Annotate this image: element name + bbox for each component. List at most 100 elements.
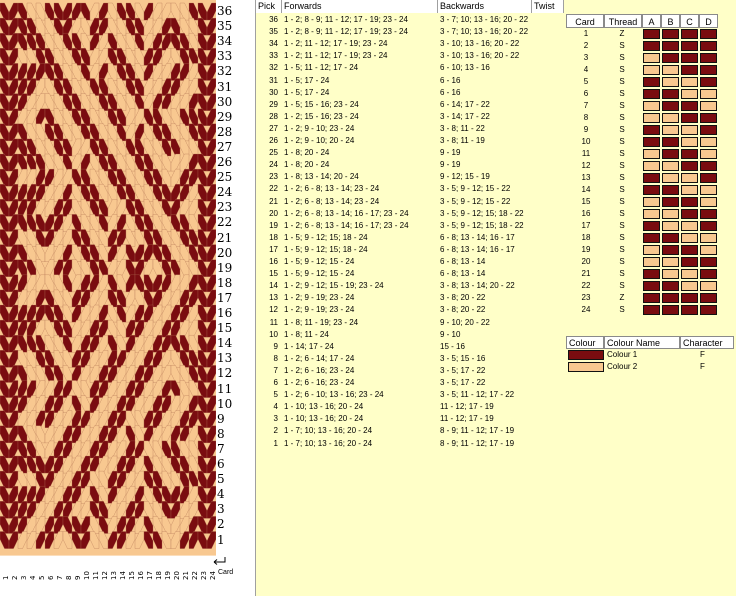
column-header-pick[interactable]: Pick	[256, 0, 282, 13]
hole-d-cell[interactable]	[700, 209, 717, 219]
hole-c-cell[interactable]	[681, 149, 698, 159]
hole-c-cell[interactable]	[681, 185, 698, 195]
card-row[interactable]: 20 S	[564, 256, 736, 268]
hole-b-cell[interactable]	[662, 125, 679, 135]
hole-b-cell[interactable]	[662, 233, 679, 243]
pick-row[interactable]: 22 1 - 2; 6 - 8; 13 - 14; 23 - 24 3 - 5; 9…	[256, 183, 564, 195]
card-row[interactable]: 1Z	[564, 28, 736, 40]
hole-a-cell[interactable]	[643, 161, 660, 171]
hole-c-cell[interactable]	[681, 305, 698, 315]
thread-direction[interactable]: S	[610, 268, 634, 280]
pick-row[interactable]: 19 1 - 2; 6 - 8; 13 - 14; 16 - 17; 23 - 2…	[256, 220, 564, 232]
hole-b-cell[interactable]	[662, 173, 679, 183]
hole-a-cell[interactable]	[643, 53, 660, 63]
hole-d-cell[interactable]	[700, 185, 717, 195]
hole-d-cell[interactable]	[700, 53, 717, 63]
pick-row[interactable]: 31 1 - 5; 17 - 24 6 - 16	[256, 75, 564, 87]
pick-row[interactable]: 3 1 - 10; 13 - 16; 20 - 24 11 - 12; 17 - 1…	[256, 413, 564, 425]
hole-a-cell[interactable]	[643, 269, 660, 279]
column-header-hole-a[interactable]: A	[642, 14, 661, 28]
hole-c-cell[interactable]	[681, 197, 698, 207]
hole-c-cell[interactable]	[681, 257, 698, 267]
pick-row[interactable]: 26 1 - 2; 9 - 10; 20 - 24 3 - 8; 11 - 19	[256, 135, 564, 147]
thread-direction[interactable]: S	[610, 184, 634, 196]
hole-b-cell[interactable]	[662, 77, 679, 87]
colour-row[interactable]: Colour 2 F	[564, 361, 736, 373]
hole-d-cell[interactable]	[700, 137, 717, 147]
hole-d-cell[interactable]	[700, 305, 717, 315]
pick-row[interactable]: 13 1 - 2; 9 - 19; 23 - 24 3 - 8; 20 - 22	[256, 292, 564, 304]
column-header-card[interactable]: Card	[566, 14, 604, 28]
pick-row[interactable]: 36 1 - 2; 8 - 9; 11 - 12; 17 - 19; 23 - 2…	[256, 14, 564, 26]
pick-row[interactable]: 5 1 - 2; 6 - 10; 13 - 16; 23 - 24 3 - 5; 1…	[256, 389, 564, 401]
thread-direction[interactable]: S	[610, 244, 634, 256]
card-row[interactable]: 14 S	[564, 184, 736, 196]
hole-b-cell[interactable]	[662, 257, 679, 267]
thread-direction[interactable]: Z	[610, 28, 634, 40]
hole-c-cell[interactable]	[681, 209, 698, 219]
thread-direction[interactable]: Z	[610, 292, 634, 304]
pick-row[interactable]: 21 1 - 2; 6 - 8; 13 - 14; 23 - 24 3 - 5; 9…	[256, 196, 564, 208]
card-row[interactable]: 23 Z	[564, 292, 736, 304]
hole-d-cell[interactable]	[700, 257, 717, 267]
column-header-forwards[interactable]: Forwards	[282, 0, 438, 13]
hole-c-cell[interactable]	[681, 89, 698, 99]
thread-direction[interactable]: S	[610, 208, 634, 220]
hole-c-cell[interactable]	[681, 125, 698, 135]
hole-d-cell[interactable]	[700, 293, 717, 303]
hole-d-cell[interactable]	[700, 77, 717, 87]
thread-direction[interactable]: S	[610, 88, 634, 100]
column-header-hole-d[interactable]: D	[699, 14, 718, 28]
hole-b-cell[interactable]	[662, 209, 679, 219]
column-header-character[interactable]: Character	[680, 336, 734, 349]
hole-a-cell[interactable]	[643, 305, 660, 315]
card-row[interactable]: 17 S	[564, 220, 736, 232]
thread-direction[interactable]: S	[610, 136, 634, 148]
hole-c-cell[interactable]	[681, 53, 698, 63]
card-row[interactable]: 9S	[564, 124, 736, 136]
hole-d-cell[interactable]	[700, 233, 717, 243]
hole-b-cell[interactable]	[662, 161, 679, 171]
hole-b-cell[interactable]	[662, 269, 679, 279]
thread-direction[interactable]: S	[610, 148, 634, 160]
colour-row[interactable]: Colour 1 F	[564, 349, 736, 361]
hole-a-cell[interactable]	[643, 137, 660, 147]
pick-row[interactable]: 29 1 - 5; 15 - 16; 23 - 24 6 - 14; 17 - 22	[256, 99, 564, 111]
thread-direction[interactable]: S	[610, 40, 634, 52]
column-header-thread[interactable]: Thread	[604, 14, 642, 28]
thread-direction[interactable]: S	[610, 100, 634, 112]
hole-b-cell[interactable]	[662, 281, 679, 291]
card-row[interactable]: 22 S	[564, 280, 736, 292]
card-row[interactable]: 16 S	[564, 208, 736, 220]
hole-a-cell[interactable]	[643, 257, 660, 267]
hole-c-cell[interactable]	[681, 173, 698, 183]
pick-row[interactable]: 4 1 - 10; 13 - 16; 20 - 24 11 - 12; 17 - 1…	[256, 401, 564, 413]
hole-d-cell[interactable]	[700, 197, 717, 207]
hole-b-cell[interactable]	[662, 65, 679, 75]
thread-direction[interactable]: S	[610, 220, 634, 232]
card-row[interactable]: 6S	[564, 88, 736, 100]
hole-a-cell[interactable]	[643, 233, 660, 243]
hole-c-cell[interactable]	[681, 65, 698, 75]
hole-d-cell[interactable]	[700, 245, 717, 255]
pick-row[interactable]: 12 1 - 2; 9 - 19; 23 - 24 3 - 8; 20 - 22	[256, 304, 564, 316]
hole-d-cell[interactable]	[700, 125, 717, 135]
pick-row[interactable]: 8 1 - 2; 6 - 14; 17 - 24 3 - 5; 15 - 16	[256, 353, 564, 365]
hole-b-cell[interactable]	[662, 197, 679, 207]
hole-d-cell[interactable]	[700, 101, 717, 111]
hole-a-cell[interactable]	[643, 197, 660, 207]
hole-d-cell[interactable]	[700, 65, 717, 75]
pick-row[interactable]: 30 1 - 5; 17 - 24 6 - 16	[256, 87, 564, 99]
colour-swatch[interactable]	[568, 362, 604, 372]
pick-row[interactable]: 25 1 - 8; 20 - 24 9 - 19	[256, 147, 564, 159]
hole-a-cell[interactable]	[643, 245, 660, 255]
hole-a-cell[interactable]	[643, 41, 660, 51]
thread-direction[interactable]: S	[610, 52, 634, 64]
hole-b-cell[interactable]	[662, 185, 679, 195]
hole-b-cell[interactable]	[662, 53, 679, 63]
hole-b-cell[interactable]	[662, 305, 679, 315]
hole-c-cell[interactable]	[681, 101, 698, 111]
hole-d-cell[interactable]	[700, 41, 717, 51]
hole-a-cell[interactable]	[643, 77, 660, 87]
thread-direction[interactable]: S	[610, 124, 634, 136]
